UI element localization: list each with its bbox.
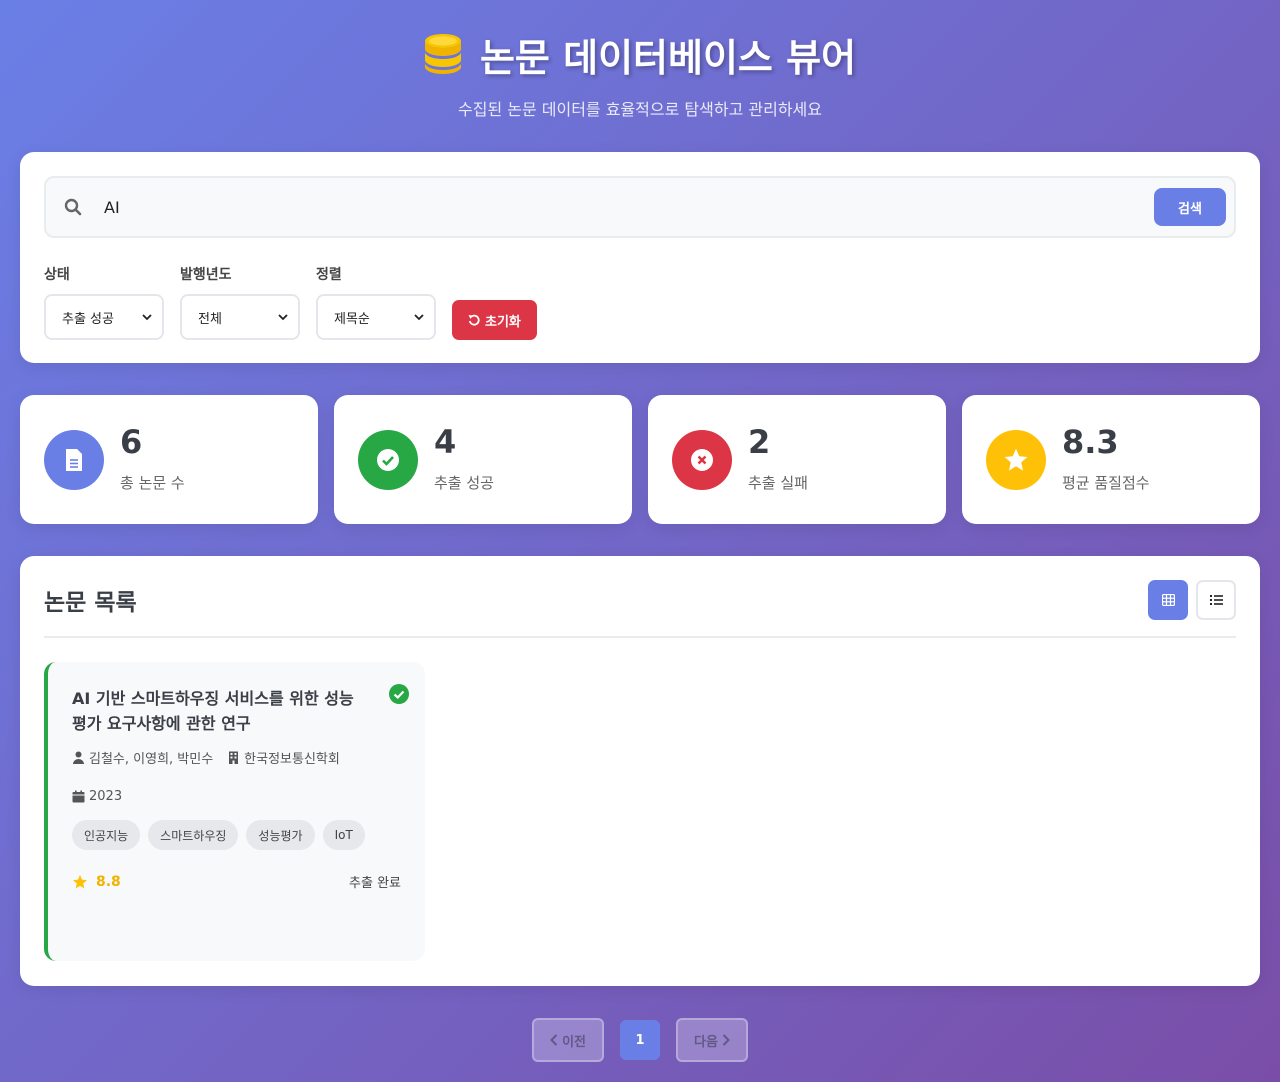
stats-row: 6 총 논문 수 4 추출 성공 2 추출 실패 8.3 평균 품질점수 <box>20 395 1260 524</box>
status-select[interactable]: 추출 성공 <box>44 294 164 340</box>
status-select-value: 추출 성공 <box>62 311 114 327</box>
stat-icon-circle <box>672 429 732 490</box>
status-filter: 상태 추출 성공 <box>44 264 164 340</box>
star-icon <box>1004 448 1028 471</box>
status-filter-label: 상태 <box>44 267 70 283</box>
pagination: 이전 1 다음 <box>0 1018 1280 1062</box>
page-title: 논문 데이터베이스 뷰어 <box>0 28 1280 80</box>
search-icon <box>64 198 82 216</box>
paper-tags: 인공지능 스마트하우징 성능평가 IoT <box>72 820 401 850</box>
reset-button[interactable]: 초기화 <box>452 300 537 340</box>
calendar-icon <box>72 790 85 803</box>
year-select[interactable]: 전체 <box>180 294 300 340</box>
paper-score-value: 8.8 <box>96 873 121 890</box>
stat-icon-circle <box>358 429 418 490</box>
grid-icon <box>1161 594 1175 606</box>
search-input[interactable] <box>104 197 1154 217</box>
stat-value: 6 <box>120 423 143 461</box>
tag[interactable]: 인공지능 <box>72 820 141 850</box>
sort-filter: 정렬 제목순 <box>316 264 436 340</box>
list-view-button[interactable] <box>1196 580 1236 620</box>
year-select-value: 전체 <box>198 311 222 327</box>
database-icon <box>424 34 461 74</box>
star-icon <box>73 874 87 889</box>
prev-page-label: 이전 <box>562 1034 586 1050</box>
search-button[interactable]: 검색 <box>1154 188 1226 226</box>
file-icon <box>66 448 82 471</box>
page-header: 논문 데이터베이스 뷰어 수집된 논문 데이터를 효율적으로 탐색하고 관리하세… <box>0 0 1280 152</box>
stat-label: 추출 실패 <box>748 474 808 492</box>
chevron-down-icon <box>414 314 424 321</box>
list-icon <box>1209 595 1223 605</box>
stat-total-papers: 6 총 논문 수 <box>20 395 318 524</box>
sort-filter-label: 정렬 <box>316 267 342 283</box>
paper-authors-row: 김철수, 이영희, 박민수 한국정보통신학회 <box>72 748 401 767</box>
next-page-button[interactable]: 다음 <box>676 1018 748 1062</box>
chevron-down-icon <box>142 314 152 321</box>
stat-avg-quality: 8.3 평균 품질점수 <box>962 395 1260 524</box>
reset-button-label: 초기화 <box>485 314 521 330</box>
stat-icon-circle <box>44 429 104 490</box>
chevron-right-icon <box>722 1034 730 1046</box>
page-subtitle: 수집된 논문 데이터를 효율적으로 탐색하고 관리하세요 <box>458 100 822 119</box>
search-panel: 검색 상태 추출 성공 발행년도 전체 정렬 제목순 <box>20 152 1260 363</box>
stat-value: 2 <box>748 423 771 461</box>
sort-select-value: 제목순 <box>334 311 370 327</box>
check-circle-icon <box>389 684 409 704</box>
stat-value: 8.3 <box>1062 423 1119 461</box>
tag[interactable]: IoT <box>322 820 365 850</box>
stat-label: 추출 성공 <box>434 474 494 492</box>
building-icon <box>229 751 239 764</box>
paper-extract-status: 추출 완료 <box>349 876 401 891</box>
tag[interactable]: 성능평가 <box>246 820 315 850</box>
undo-icon <box>468 314 480 326</box>
year-filter: 발행년도 전체 <box>180 264 300 340</box>
paper-score: 8.8 <box>72 874 121 890</box>
grid-view-button[interactable] <box>1148 580 1188 620</box>
next-page-label: 다음 <box>694 1034 718 1050</box>
paper-year: 2023 <box>89 789 123 804</box>
divider <box>44 636 1236 638</box>
paper-list-panel: 논문 목록 AI 기반 스마트하우징 서비스를 위한 성능 평가 요구사항에 관… <box>20 556 1260 986</box>
stat-extract-success: 4 추출 성공 <box>334 395 632 524</box>
chevron-down-icon <box>278 314 288 321</box>
paper-authors: 김철수, 이영희, 박민수 <box>89 752 214 767</box>
paper-title[interactable]: AI 기반 스마트하우징 서비스를 위한 성능 평가 요구사항에 관한 연구 <box>72 686 372 736</box>
paper-footer: 8.8 추출 완료 <box>72 872 401 891</box>
filter-row: 상태 추출 성공 발행년도 전체 정렬 제목순 초기화 <box>44 264 1236 340</box>
paper-year-row: 2023 <box>72 789 401 804</box>
prev-page-button[interactable]: 이전 <box>532 1018 604 1062</box>
stat-label: 평균 품질점수 <box>1062 474 1150 492</box>
sort-select[interactable]: 제목순 <box>316 294 436 340</box>
year-filter-label: 발행년도 <box>180 267 232 283</box>
page-title-text: 논문 데이터베이스 뷰어 <box>479 35 857 80</box>
view-toggle <box>1148 580 1236 620</box>
stat-value: 4 <box>434 423 457 461</box>
page-number-button[interactable]: 1 <box>620 1020 660 1060</box>
stat-label: 총 논문 수 <box>120 474 185 492</box>
paper-card[interactable]: AI 기반 스마트하우징 서비스를 위한 성능 평가 요구사항에 관한 연구 김… <box>44 662 425 961</box>
stat-extract-failed: 2 추출 실패 <box>648 395 946 524</box>
paper-list-title: 논문 목록 <box>44 590 137 616</box>
check-circle-icon <box>377 448 399 471</box>
user-icon <box>73 751 84 764</box>
search-bar: 검색 <box>44 176 1236 238</box>
paper-publisher: 한국정보통신학회 <box>244 752 340 767</box>
tag[interactable]: 스마트하우징 <box>148 820 239 850</box>
stat-icon-circle <box>986 429 1046 490</box>
paper-list-header: 논문 목록 <box>44 580 1236 620</box>
x-circle-icon <box>691 448 713 471</box>
chevron-left-icon <box>550 1034 558 1046</box>
